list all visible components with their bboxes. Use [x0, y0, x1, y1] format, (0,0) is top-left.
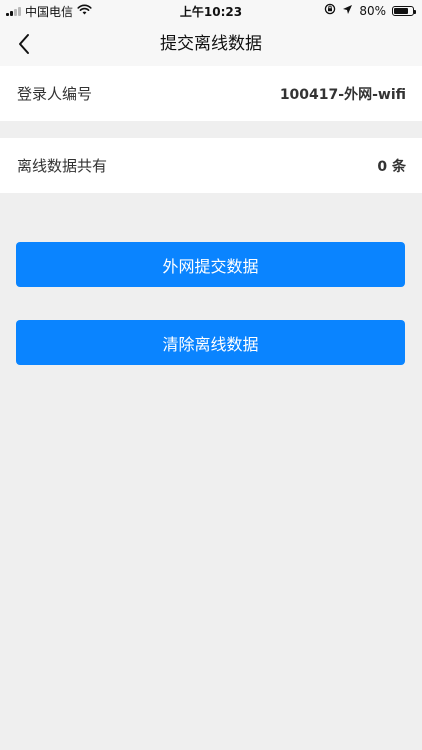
navigation-bar: 提交离线数据	[0, 22, 422, 66]
login-number-value: 100417-外网-wifi	[279, 86, 406, 103]
battery-fill	[394, 7, 409, 14]
battery-icon	[392, 5, 416, 16]
status-bar: 中国电信 上午10:23 80%	[0, 0, 422, 22]
battery-percent: 80%	[359, 3, 386, 18]
rotation-lock-icon	[324, 3, 336, 18]
offline-count-unit: 条	[392, 158, 406, 175]
submit-data-button[interactable]: 外网提交数据	[16, 242, 405, 287]
login-number-row: 登录人编号 100417-外网-wifi	[0, 66, 422, 121]
offline-count-value-group: 0 条	[377, 156, 406, 176]
location-arrow-icon	[342, 4, 353, 18]
clear-offline-data-button[interactable]: 清除离线数据	[16, 320, 405, 365]
login-number-label: 登录人编号	[17, 85, 93, 103]
status-right: 80%	[324, 3, 416, 18]
page-title: 提交离线数据	[160, 34, 262, 54]
offline-count-label: 离线数据共有	[17, 157, 108, 175]
offline-count-row: 离线数据共有 0 条	[0, 138, 422, 193]
offline-count-value: 0	[377, 158, 388, 175]
